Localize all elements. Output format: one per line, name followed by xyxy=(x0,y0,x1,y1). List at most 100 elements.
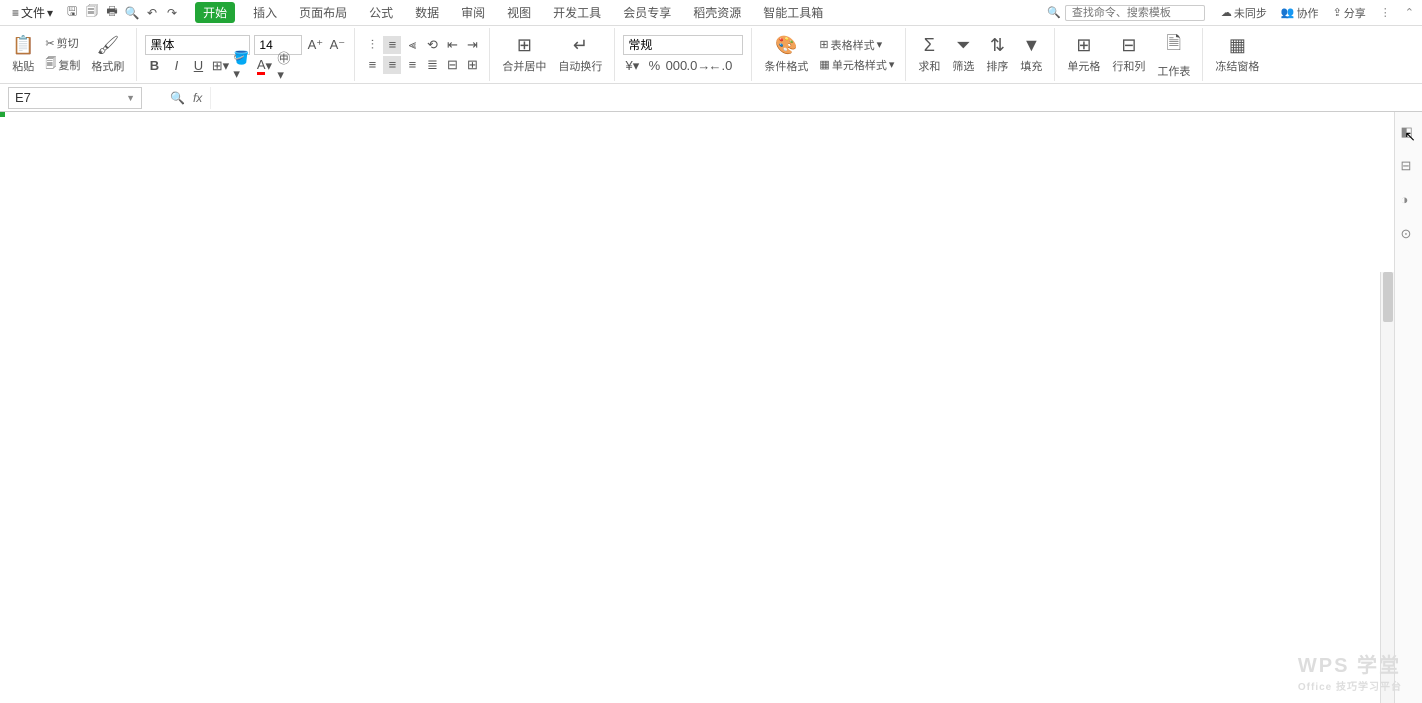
align-top-icon[interactable]: ⫶ xyxy=(363,36,381,54)
collapse-ribbon-icon[interactable]: ⌃ xyxy=(1405,5,1414,21)
merge-icon[interactable]: ⊞ xyxy=(463,56,481,74)
align-left-icon[interactable]: ≡ xyxy=(363,56,381,74)
side-tool-icon-3[interactable]: ◑ xyxy=(1401,192,1417,208)
coop-button[interactable]: 👥 协作 xyxy=(1281,5,1319,21)
tab-data[interactable]: 数据 xyxy=(411,2,443,23)
unsync-button[interactable]: ☁ 未同步 xyxy=(1221,5,1267,21)
increase-font-icon[interactable]: A⁺ xyxy=(306,36,324,54)
zoom-icon[interactable]: 🔍 xyxy=(170,91,185,105)
indent-dec-icon[interactable]: ⇤ xyxy=(443,36,461,54)
tab-home[interactable]: 开始 xyxy=(195,2,235,23)
side-tool-icon-2[interactable]: ⊟ xyxy=(1401,158,1417,174)
align-bottom-icon[interactable]: ⫷ xyxy=(403,36,421,54)
scrollbar-thumb[interactable] xyxy=(1383,272,1393,322)
cell-style-label: 单元格样式 xyxy=(832,57,887,73)
rowcol-button[interactable]: ⊟行和列 xyxy=(1108,33,1149,76)
tab-dev[interactable]: 开发工具 xyxy=(549,2,605,23)
phonetic-icon[interactable]: ㊥▾ xyxy=(277,57,295,75)
border-icon[interactable]: ⊞▾ xyxy=(211,57,229,75)
cell-style-button[interactable]: ▦ 单元格样式▾ xyxy=(816,56,897,74)
redo-icon[interactable]: ↷ xyxy=(165,6,179,20)
freeze-label: 冻结窗格 xyxy=(1215,58,1259,74)
align-right-icon[interactable]: ≡ xyxy=(403,56,421,74)
tab-view[interactable]: 视图 xyxy=(503,2,535,23)
table-style-button[interactable]: ⊞ 表格样式▾ xyxy=(816,36,897,54)
distribute-icon[interactable]: ⊟ xyxy=(443,56,461,74)
watermark-sub: Office 技巧学习平台 xyxy=(1298,678,1402,693)
fx-icon[interactable]: fx xyxy=(193,91,202,105)
coop-label: 协作 xyxy=(1297,5,1319,21)
tab-layout[interactable]: 页面布局 xyxy=(295,2,351,23)
save-icon[interactable]: 🖫 xyxy=(65,6,79,20)
underline-icon[interactable]: U xyxy=(189,57,207,75)
formula-input[interactable] xyxy=(210,87,1392,109)
vertical-scrollbar[interactable] xyxy=(1380,272,1394,703)
cut-button[interactable]: ✂ 剪切 xyxy=(42,34,83,52)
indent-inc-icon[interactable]: ⇥ xyxy=(463,36,481,54)
tab-formula[interactable]: 公式 xyxy=(365,2,397,23)
name-box[interactable]: E7 ▼ xyxy=(8,87,142,109)
tab-member[interactable]: 会员专享 xyxy=(619,2,675,23)
ribbon: 📋粘贴 ✂ 剪切 🗐 复制 🖌格式刷 A⁺ A⁻ B I U ⊞▾ 🪣▾ A▾ … xyxy=(0,26,1422,84)
formula-bar: E7 ▼ 🔍 fx xyxy=(0,84,1422,112)
filter-button[interactable]: ⏷筛选 xyxy=(948,33,978,76)
wrap-label: 自动换行 xyxy=(558,58,602,74)
undo-icon[interactable]: ↶ xyxy=(145,6,159,20)
number-format-select[interactable] xyxy=(623,35,743,55)
fill-button[interactable]: ▼填充 xyxy=(1016,33,1046,76)
sort-label: 排序 xyxy=(986,58,1008,74)
currency-icon[interactable]: ¥▾ xyxy=(623,57,641,75)
cells-group: ⊞单元格 ⊟行和列 🗎工作表 xyxy=(1055,28,1203,81)
file-menu[interactable]: ≡ 文件 ▾ xyxy=(8,2,57,23)
copy-button[interactable]: 🗐 复制 xyxy=(42,54,83,75)
tab-smart[interactable]: 智能工具箱 xyxy=(759,2,827,23)
fill-handle[interactable] xyxy=(0,112,5,117)
fill-label: 填充 xyxy=(1020,58,1042,74)
watermark-main: WPS 学堂 xyxy=(1298,655,1401,677)
print-icon[interactable]: 🖶 xyxy=(105,6,119,20)
italic-icon[interactable]: I xyxy=(167,57,185,75)
justify-icon[interactable]: ≣ xyxy=(423,56,441,74)
command-search-input[interactable] xyxy=(1065,5,1205,21)
tab-insert[interactable]: 插入 xyxy=(249,2,281,23)
more-icon[interactable]: ⋮ xyxy=(1380,5,1391,21)
merge-center-button[interactable]: ⊞合并居中 xyxy=(498,33,550,76)
cells-label: 单元格 xyxy=(1067,58,1100,74)
chevron-down-icon[interactable]: ▼ xyxy=(126,93,135,103)
font-color-icon[interactable]: A▾ xyxy=(255,57,273,75)
fill-color-icon[interactable]: 🪣▾ xyxy=(233,57,251,75)
align-middle-icon[interactable]: ≡ xyxy=(383,36,401,54)
bold-icon[interactable]: B xyxy=(145,57,163,75)
dec-dec-icon[interactable]: ←.0 xyxy=(711,57,729,75)
tab-resource[interactable]: 稻壳资源 xyxy=(689,2,745,23)
orientation-icon[interactable]: ⟲ xyxy=(423,36,441,54)
side-tool-icon-4[interactable]: ⊙ xyxy=(1401,226,1417,242)
decrease-font-icon[interactable]: A⁻ xyxy=(328,36,346,54)
percent-icon[interactable]: % xyxy=(645,57,663,75)
merge-wrap-group: ⊞合并居中 ↵自动换行 xyxy=(490,28,615,81)
wrap-text-button[interactable]: ↵自动换行 xyxy=(554,33,606,76)
cond-fmt-label: 条件格式 xyxy=(764,58,808,74)
filter-label: 筛选 xyxy=(952,58,974,74)
unsync-label: 未同步 xyxy=(1234,5,1267,21)
share-button[interactable]: ⇪ 分享 xyxy=(1333,5,1366,21)
dec-inc-icon[interactable]: .0→ xyxy=(689,57,707,75)
worksheet-button[interactable]: 🗎工作表 xyxy=(1153,29,1194,81)
paste-label: 粘贴 xyxy=(12,58,34,74)
print-preview-icon[interactable]: 🔍 xyxy=(125,6,139,20)
freeze-button[interactable]: ▦冻结窗格 xyxy=(1211,33,1263,76)
sum-button[interactable]: Σ求和 xyxy=(914,33,944,76)
side-panel: ◧ ⊟ ◑ ⊙ xyxy=(1394,112,1422,703)
sort-button[interactable]: ⇅排序 xyxy=(982,33,1012,76)
cond-format-button[interactable]: 🎨条件格式 xyxy=(760,33,812,76)
tab-review[interactable]: 审阅 xyxy=(457,2,489,23)
paste-button[interactable]: 📋粘贴 xyxy=(8,33,38,76)
cells-button[interactable]: ⊞单元格 xyxy=(1063,33,1104,76)
align-center-icon[interactable]: ≡ xyxy=(383,56,401,74)
format-painter-button[interactable]: 🖌格式刷 xyxy=(87,33,128,76)
save-as-icon[interactable]: 🗐 xyxy=(85,6,99,20)
comma-icon[interactable]: 000 xyxy=(667,57,685,75)
editing-group: Σ求和 ⏷筛选 ⇅排序 ▼填充 xyxy=(906,28,1055,81)
spreadsheet-area xyxy=(0,112,1422,703)
freeze-group: ▦冻结窗格 xyxy=(1203,28,1271,81)
